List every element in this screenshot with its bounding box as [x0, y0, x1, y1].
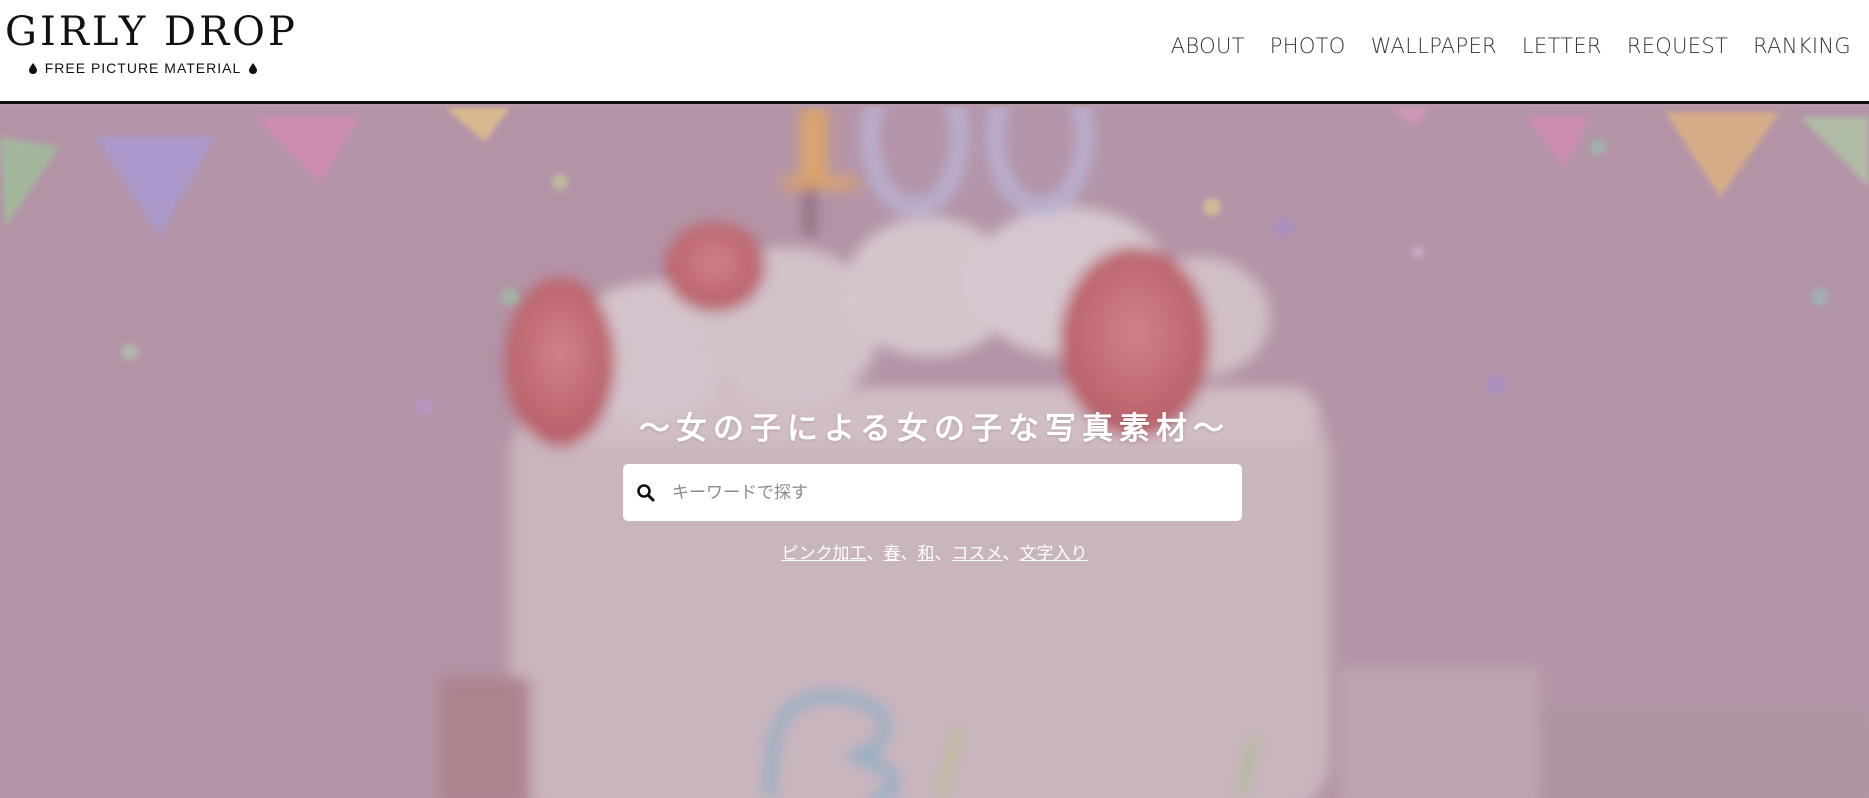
tag-link-with-text[interactable]: 文字入り — [1020, 544, 1088, 564]
search-icon[interactable] — [636, 483, 656, 503]
hero-tagline: 〜女の子による女の子な写真素材〜 — [638, 411, 1231, 447]
logo-title: GIRLY DROP — [5, 9, 298, 55]
tag-separator: 、 — [1002, 544, 1020, 564]
nav-item-wallpaper[interactable]: WALLPAPER — [1371, 30, 1497, 62]
nav-item-photo[interactable]: PHOTO — [1270, 30, 1346, 62]
nav-item-about[interactable]: ABOUT — [1171, 30, 1245, 62]
tag-separator: 、 — [934, 544, 952, 564]
main-nav: ABOUT PHOTO WALLPAPER LETTER REQUEST RAN… — [1146, 30, 1851, 62]
tag-link-japanese[interactable]: 和 — [918, 544, 935, 564]
tag-link-cosmetics[interactable]: コスメ — [952, 544, 1003, 564]
logo-subtitle-row: FREE PICTURE MATERIAL — [5, 60, 281, 76]
search-form — [623, 464, 1242, 521]
nav-item-ranking[interactable]: RANKING — [1753, 30, 1851, 62]
logo-link[interactable]: GIRLY DROP FREE PICTURE MATERIAL — [5, 9, 298, 76]
logo-subtitle: FREE PICTURE MATERIAL — [44, 60, 242, 76]
nav-item-request[interactable]: REQUEST — [1627, 30, 1728, 62]
hero-section: 〜女の子による女の子な写真素材〜 ピンク加工、春、和、コスメ、文字入り — [0, 107, 1869, 798]
drop-icon — [249, 62, 258, 74]
tag-separator: 、 — [900, 544, 918, 564]
tag-link-spring[interactable]: 春 — [884, 544, 901, 564]
site-header: GIRLY DROP FREE PICTURE MATERIAL ABOUT P… — [0, 0, 1869, 104]
hero-dim-overlay — [0, 107, 1869, 798]
nav-item-letter[interactable]: LETTER — [1522, 30, 1602, 62]
drop-icon — [28, 62, 37, 74]
search-input[interactable] — [672, 472, 1232, 513]
tag-link-pink[interactable]: ピンク加工 — [782, 544, 867, 564]
popular-tags: ピンク加工、春、和、コスメ、文字入り — [0, 539, 1869, 564]
tag-separator: 、 — [866, 544, 884, 564]
